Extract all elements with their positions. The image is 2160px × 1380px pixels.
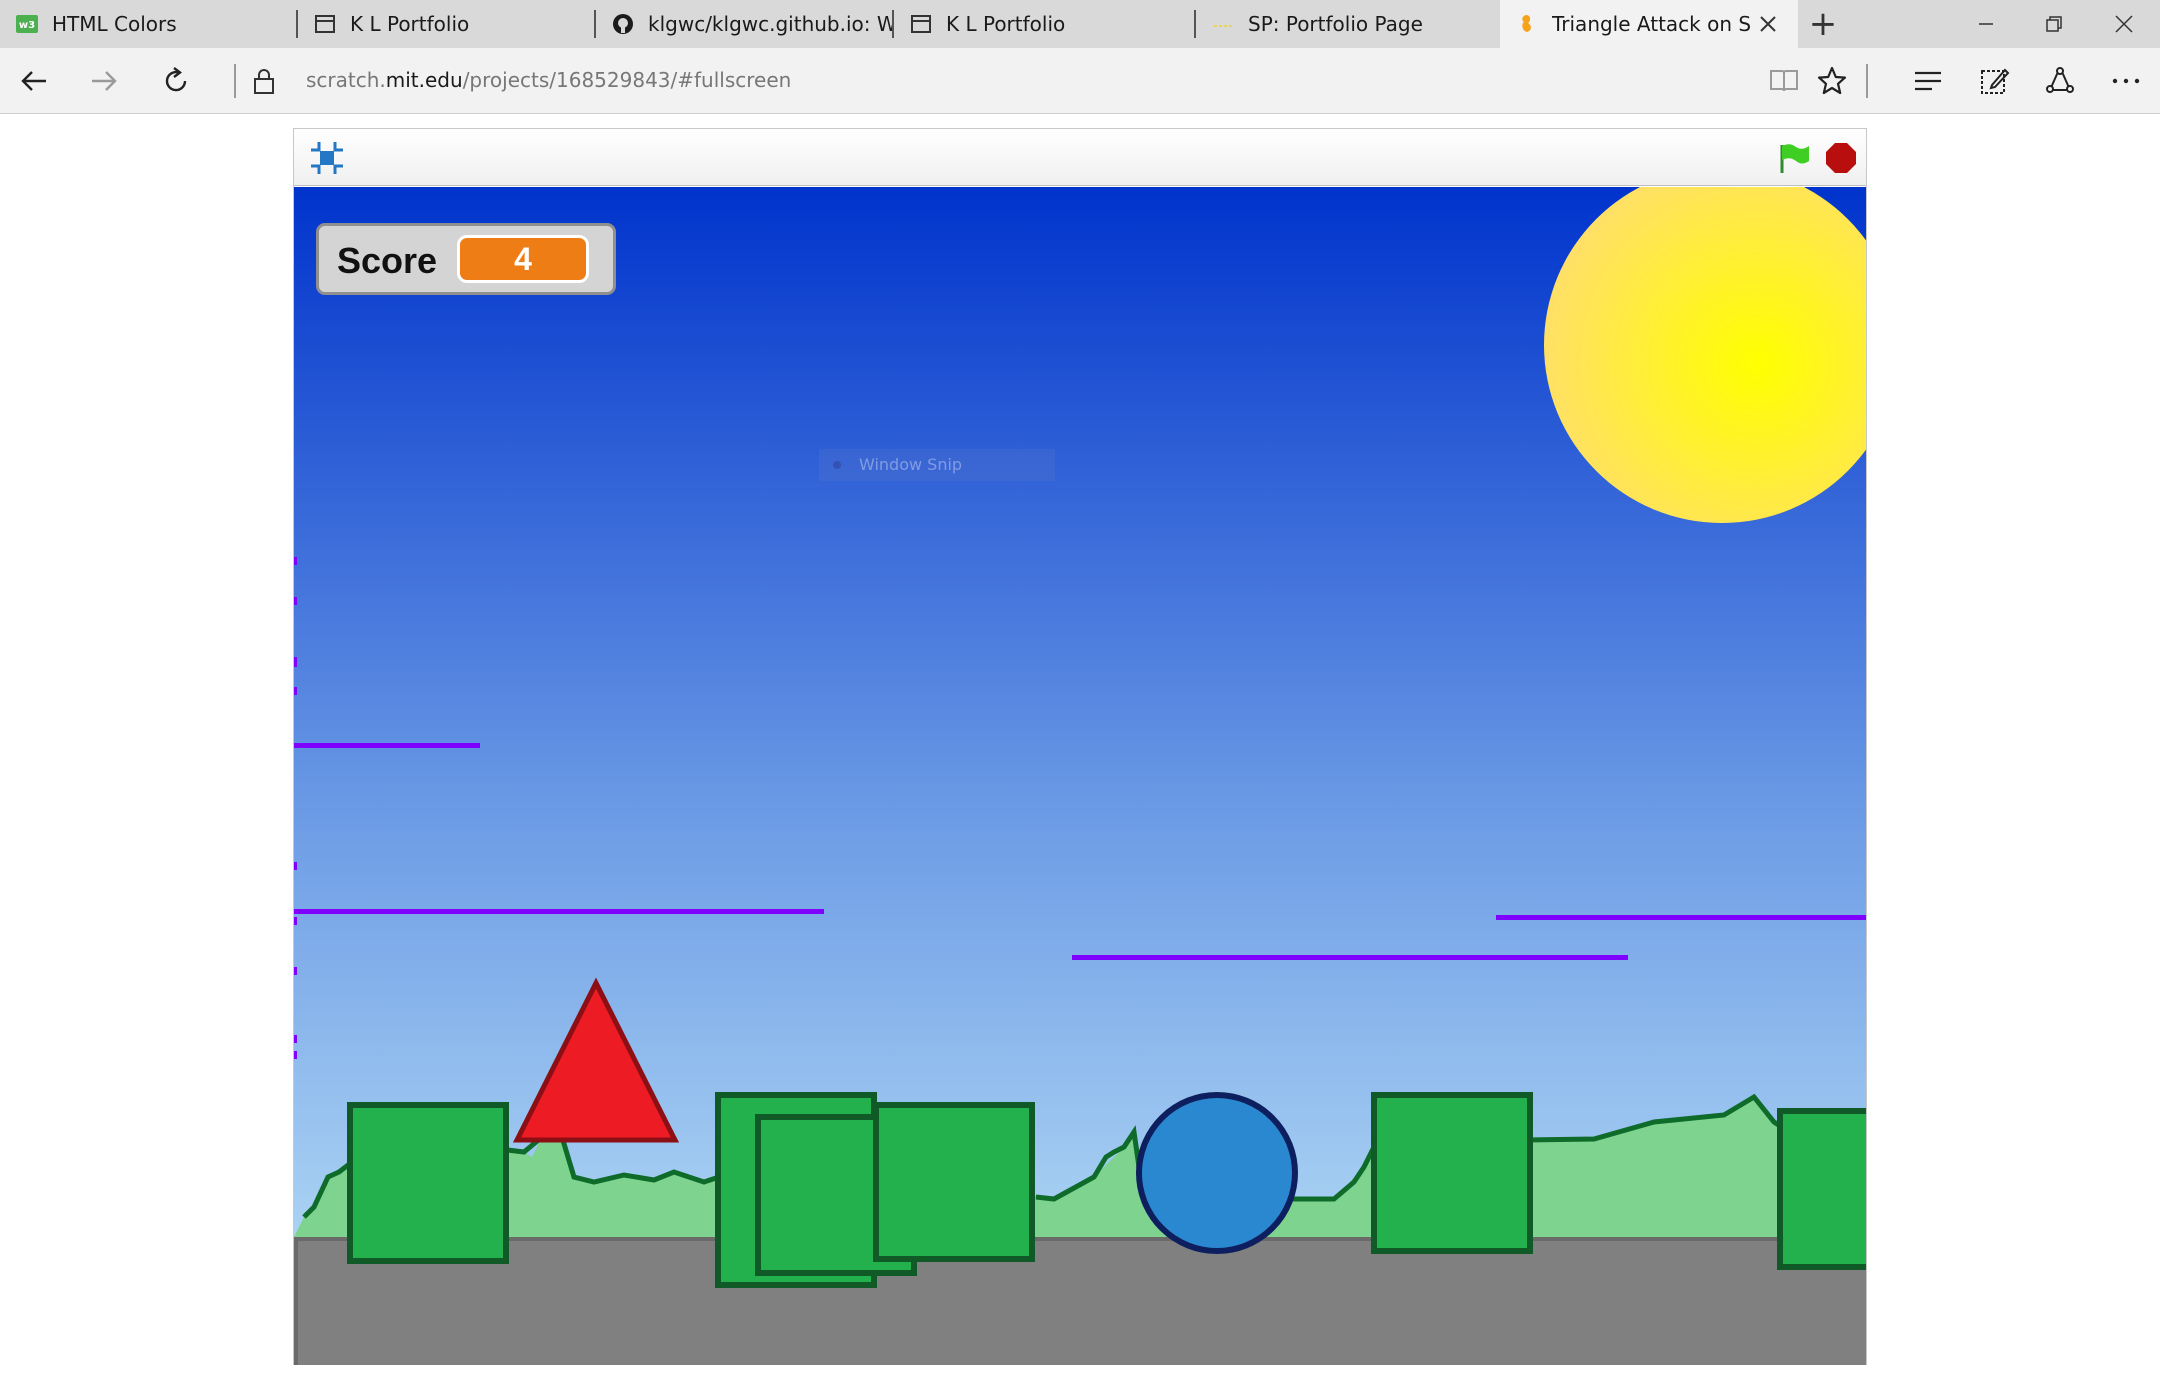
star-icon bbox=[1817, 66, 1847, 95]
tab-label: K L Portfolio bbox=[946, 12, 1066, 36]
exit-fullscreen-icon[interactable] bbox=[308, 139, 346, 177]
github-icon bbox=[612, 13, 634, 35]
scratch-player: Score 4 Window Snip bbox=[293, 128, 1867, 1365]
url-host: mit.edu bbox=[385, 68, 463, 92]
tab-label: klgwc/klgwc.github.io: Welc bbox=[648, 12, 894, 36]
new-tab-button[interactable]: + bbox=[1805, 6, 1841, 42]
close-window-button[interactable] bbox=[2090, 0, 2158, 48]
green-block bbox=[873, 1102, 1035, 1262]
sp-favicon-icon bbox=[1212, 13, 1234, 35]
ground bbox=[294, 1237, 1866, 1365]
url-path: /projects/168529843/#fullscreen bbox=[462, 68, 792, 92]
svg-text:w3: w3 bbox=[19, 20, 35, 31]
tab-bar: w3 HTML Colors K L Portfolio klgwc/klgwc… bbox=[0, 0, 2160, 48]
hub-button[interactable] bbox=[1904, 57, 1952, 105]
close-icon bbox=[2115, 15, 2133, 33]
more-icon bbox=[2112, 78, 2140, 84]
platform bbox=[1496, 915, 1866, 920]
snip-label: Window Snip bbox=[859, 455, 963, 474]
url-prefix: scratch. bbox=[306, 68, 386, 92]
divider bbox=[1866, 64, 1868, 98]
game-stage[interactable]: Score 4 Window Snip bbox=[294, 187, 1866, 1365]
snip-icon bbox=[833, 461, 841, 469]
tab-label: Triangle Attack on Scrat bbox=[1552, 12, 1752, 36]
green-flag-icon[interactable] bbox=[1776, 141, 1810, 175]
platform bbox=[294, 909, 824, 914]
refresh-icon bbox=[165, 67, 187, 92]
address-field[interactable]: scratch.mit.edu/projects/168529843/#full… bbox=[306, 68, 791, 92]
restore-button[interactable] bbox=[2020, 0, 2088, 48]
platform bbox=[294, 743, 480, 748]
green-block bbox=[1777, 1108, 1866, 1270]
navigation-bar: scratch.mit.edu/projects/168529843/#full… bbox=[0, 48, 2160, 114]
green-block bbox=[347, 1102, 509, 1264]
reading-view-icon bbox=[1770, 70, 1798, 92]
tab-triangle-attack[interactable]: Triangle Attack on Scrat bbox=[1500, 0, 1798, 48]
share-icon bbox=[2046, 67, 2074, 93]
share-button[interactable] bbox=[2036, 57, 2084, 105]
close-tab-icon[interactable] bbox=[1756, 12, 1780, 36]
score-monitor: Score 4 bbox=[316, 223, 616, 295]
ground-edge bbox=[294, 1241, 298, 1365]
restore-icon bbox=[2046, 16, 2062, 32]
hub-icon bbox=[1915, 71, 1941, 91]
scratch-favicon-icon bbox=[1516, 13, 1538, 35]
favorite-button[interactable] bbox=[1808, 57, 1856, 105]
refresh-button[interactable] bbox=[152, 57, 200, 105]
minimize-icon bbox=[1979, 23, 1993, 25]
web-note-button[interactable] bbox=[1970, 57, 2018, 105]
forward-arrow-icon bbox=[92, 71, 117, 91]
tab-kl-portfolio-2[interactable]: K L Portfolio bbox=[894, 0, 1196, 48]
w3-favicon-icon: w3 bbox=[16, 13, 38, 35]
window-snip-overlay: Window Snip bbox=[819, 449, 1055, 481]
stop-sign-icon[interactable] bbox=[1824, 141, 1858, 175]
page-icon bbox=[910, 13, 932, 35]
more-button[interactable] bbox=[2102, 57, 2150, 105]
tab-label: SP: Portfolio Page bbox=[1248, 12, 1423, 36]
back-button[interactable] bbox=[10, 57, 58, 105]
web-note-icon bbox=[1981, 68, 2010, 94]
divider bbox=[234, 64, 236, 98]
tab-sp-portfolio[interactable]: SP: Portfolio Page bbox=[1196, 0, 1500, 48]
minimize-button[interactable] bbox=[1952, 0, 2020, 48]
green-block bbox=[1371, 1092, 1533, 1254]
tab-kl-portfolio[interactable]: K L Portfolio bbox=[298, 0, 596, 48]
tab-label: K L Portfolio bbox=[350, 12, 470, 36]
tab-label: HTML Colors bbox=[52, 12, 177, 36]
tab-github[interactable]: klgwc/klgwc.github.io: Welc bbox=[596, 0, 894, 48]
page-icon bbox=[314, 13, 336, 35]
tab-html-colors[interactable]: w3 HTML Colors bbox=[0, 0, 298, 48]
player-controls bbox=[294, 129, 1866, 186]
blue-circle-enemy bbox=[1136, 1092, 1298, 1254]
reading-view-button[interactable] bbox=[1760, 57, 1808, 105]
lock-icon[interactable] bbox=[240, 57, 288, 105]
stage-canvas bbox=[294, 187, 1866, 1365]
score-label: Score bbox=[337, 240, 438, 281]
ground-edge bbox=[294, 1237, 1866, 1241]
score-value: 4 bbox=[457, 235, 589, 283]
platform bbox=[1072, 955, 1628, 960]
forward-button[interactable] bbox=[80, 57, 128, 105]
back-arrow-icon bbox=[21, 71, 46, 91]
